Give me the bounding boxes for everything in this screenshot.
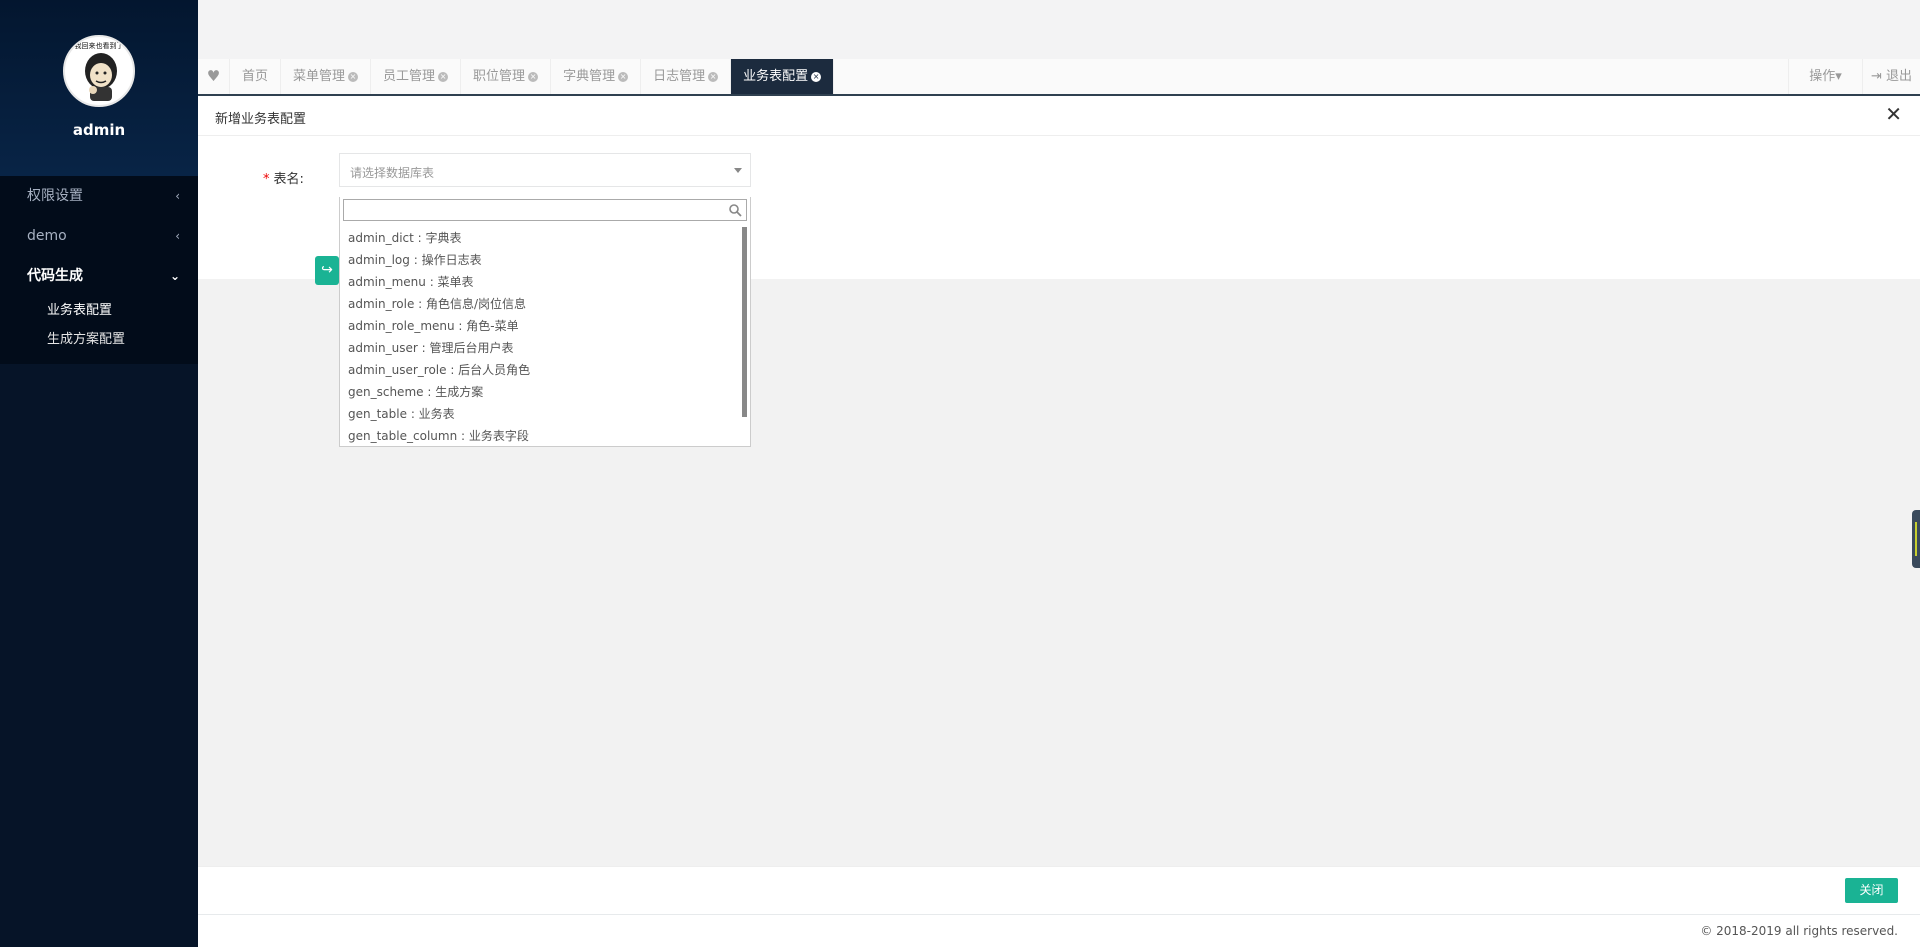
tab-label: 日志管理 (653, 69, 706, 84)
tab-log-manage[interactable]: 日志管理 × (641, 59, 732, 94)
required-mark: * (263, 172, 270, 187)
chevron-left-icon: ‹ (175, 189, 180, 203)
top-bar (198, 0, 1920, 60)
close-icon[interactable]: × (438, 72, 449, 82)
close-icon[interactable]: × (618, 72, 629, 82)
profile-panel: 我回来也看到了 admin (0, 0, 198, 176)
dropdown-option[interactable]: admin_dict : 字典表 (340, 227, 738, 249)
copyright-text: © 2018-2019 all rights reserved. (1700, 924, 1898, 938)
dropdown-option[interactable]: gen_table : 业务表 (340, 403, 738, 425)
table-name-label: * 表名: (263, 168, 304, 187)
dropdown-search-input[interactable] (343, 199, 747, 221)
tab-list: 首页 菜单管理 × 员工管理 × 职位管理 × 字典管理 × 日志管理 × 业务表配置 × (230, 59, 835, 94)
user-name: admin (72, 121, 126, 139)
chevron-down-icon: ⌄ (169, 269, 180, 283)
avatar-face-icon (85, 53, 117, 101)
close-icon[interactable]: × (708, 72, 719, 82)
nav-item-label: demo (27, 228, 67, 244)
dropdown-option[interactable]: admin_log : 操作日志表 (340, 249, 738, 271)
subnav-item-scheme-config[interactable]: 生成方案配置 (0, 325, 198, 354)
copyright-bar: © 2018-2019 all rights reserved. (198, 914, 1920, 947)
tab-label: 员工管理 (383, 69, 436, 84)
caret-down-icon (734, 168, 742, 173)
side-drawer-handle[interactable] (1912, 510, 1920, 568)
tab-label: 业务表配置 (743, 69, 809, 84)
tab-label: 字典管理 (563, 69, 616, 84)
logout-button[interactable]: ⇥ 退出 (1862, 59, 1920, 94)
close-button[interactable]: 关闭 (1845, 878, 1898, 903)
tab-bar: ♥ 首页 菜单管理 × 员工管理 × 职位管理 × 字典管理 × 日志管理 × 业务表配置… (198, 59, 1920, 96)
nav-item-label: 权限设置 (27, 188, 83, 204)
close-icon[interactable]: × (348, 72, 359, 82)
close-icon[interactable]: × (528, 72, 539, 82)
tab-home[interactable]: 首页 (230, 59, 282, 94)
dropdown-scrollbar[interactable] (742, 227, 747, 417)
nav-item-demo[interactable]: demo ‹ (0, 216, 198, 256)
dropdown-option[interactable]: admin_role_menu : 角色-菜单 (340, 315, 738, 337)
chevron-left-icon: ‹ (175, 229, 180, 243)
tab-label: 首页 (242, 69, 269, 84)
table-select-dropdown: admin_dict : 字典表 admin_log : 操作日志表 admin… (339, 197, 751, 447)
tab-position-manage[interactable]: 职位管理 × (461, 59, 552, 94)
tab-dict-manage[interactable]: 字典管理 × (551, 59, 642, 94)
nav-item-permissions[interactable]: 权限设置 ‹ (0, 176, 198, 216)
avatar[interactable]: 我回来也看到了 (63, 35, 135, 107)
modal-title: 新增业务表配置 (215, 112, 307, 127)
nav-menu: 权限设置 ‹ demo ‹ 代码生成 ⌄ (0, 176, 198, 296)
tab-menu-manage[interactable]: 菜单管理 × (281, 59, 372, 94)
nav-item-codegen[interactable]: 代码生成 ⌄ (0, 256, 198, 296)
nav-item-label: 代码生成 (27, 268, 83, 284)
search-icon (729, 204, 742, 217)
dropdown-option[interactable]: gen_scheme : 生成方案 (340, 381, 738, 403)
tab-label: 职位管理 (473, 69, 526, 84)
close-icon[interactable]: ✕ (1885, 104, 1902, 124)
tab-table-config[interactable]: 业务表配置 × (731, 59, 835, 94)
dropdown-option[interactable]: gen_table_column : 业务表字段 (340, 425, 738, 444)
submit-button[interactable]: ↪ (315, 256, 339, 285)
dropdown-option[interactable]: admin_role : 角色信息/岗位信息 (340, 293, 738, 315)
dropdown-option[interactable]: admin_user_role : 后台人员角色 (340, 359, 738, 381)
dropdown-option[interactable]: admin_menu : 菜单表 (340, 271, 738, 293)
tab-label: 菜单管理 (293, 69, 346, 84)
table-select[interactable]: 请选择数据库表 (339, 153, 751, 187)
dropdown-options: admin_dict : 字典表 admin_log : 操作日志表 admin… (340, 227, 738, 444)
modal-header: 新增业务表配置 ✕ (198, 96, 1920, 136)
dropdown-option[interactable]: admin_user : 管理后台用户表 (340, 337, 738, 359)
tab-staff-manage[interactable]: 员工管理 × (371, 59, 462, 94)
field-label: 表名: (273, 172, 304, 187)
operations-dropdown[interactable]: 操作▾ (1788, 59, 1862, 94)
heart-icon[interactable]: ♥ (198, 59, 230, 94)
handle-grip-icon (1915, 522, 1917, 556)
close-icon[interactable]: × (811, 72, 822, 82)
modal-footer: 关闭 (198, 866, 1920, 914)
subnav-codegen: 业务表配置 生成方案配置 (0, 296, 198, 364)
select-placeholder: 请选择数据库表 (350, 166, 435, 180)
subnav-item-table-config[interactable]: 业务表配置 (0, 296, 198, 325)
sidebar: 我回来也看到了 admin 权限设置 ‹ demo ‹ 代码生成 ⌄ 业务表配置… (0, 0, 198, 947)
